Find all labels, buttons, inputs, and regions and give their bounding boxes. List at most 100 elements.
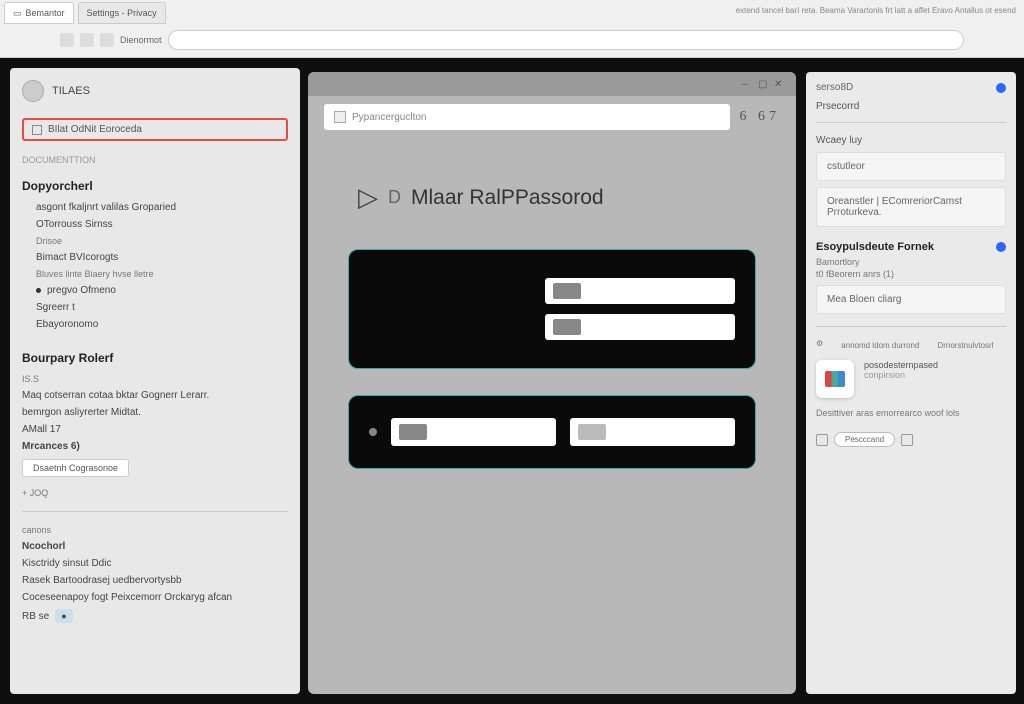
list-item[interactable]: Ebayoronomo	[22, 316, 288, 333]
chip-button[interactable]: Dsaetnh Cograsonoe	[22, 459, 129, 477]
right-foot-line: Desittiver aras emorrearco woof lols	[816, 408, 1006, 418]
divider	[816, 326, 1006, 327]
forward-icon[interactable]	[80, 33, 94, 47]
workspace: TILAES BIlat OdNit Eoroceda DOCUMENTTION…	[0, 58, 1024, 704]
list-item: Maq cotserran cotaa bktar Gognerr Lerarr…	[22, 387, 288, 404]
list-item[interactable]: asgont fkaljnrt valilas Groparied	[22, 199, 288, 216]
highlighted-entry[interactable]: BIlat OdNit Eoroceda	[22, 118, 288, 141]
toolbar-row: Dienormot	[0, 26, 1024, 54]
record-icon	[369, 428, 377, 436]
card-line: Prroturkeva.	[827, 207, 995, 218]
list-item[interactable]: Drisoe	[22, 233, 288, 249]
right-tabs: ⚙ annomd ldom durrond Drnorstnulvtosrl	[816, 339, 1006, 352]
chrome-hint: extend tancel barI reta. Beama Varartonl…	[732, 2, 1020, 24]
confirm-card	[348, 395, 756, 469]
brand-sub-icon: D	[388, 187, 401, 208]
minimize-icon[interactable]: –	[742, 79, 752, 89]
list-item: bemrgon asliyrerter Midtat.	[22, 404, 288, 421]
toolbar-label: Dienormot	[120, 35, 162, 45]
right-header-label: serso8D	[816, 82, 853, 93]
password-input[interactable]	[545, 314, 735, 340]
page-icon	[334, 111, 346, 123]
right-sub: t0 fBeorern anrs (1)	[816, 269, 1006, 279]
app-icon	[816, 360, 854, 398]
option-card[interactable]: Mea Bloen cliarg	[816, 285, 1006, 314]
section-recent: Bourpary Rolerf	[22, 351, 288, 365]
tab-item[interactable]: annomd ldom durrond	[841, 339, 919, 352]
list-item[interactable]: Bimact BVIcorogts	[22, 249, 288, 266]
back-icon[interactable]	[60, 33, 74, 47]
tab-item[interactable]: Drnorstnulvtosrl	[937, 339, 993, 352]
right-section-label: Wcaey luy	[816, 135, 1006, 146]
list-item: RB se ●	[22, 606, 288, 626]
status-dot-icon	[996, 83, 1006, 93]
app-text: posodesternpased conpirsion	[864, 360, 938, 380]
list-item[interactable]: OTorrouss Sirnss	[22, 216, 288, 233]
password-dialog: – ▢ ✕ Pypancerguclton 6 67 ▷ D Mlaar Ral…	[308, 72, 796, 694]
checkbox[interactable]	[901, 434, 913, 446]
tab-label: Bemantor	[26, 8, 65, 18]
highlight-label: BIlat OdNit Eoroceda	[48, 124, 142, 135]
gear-icon[interactable]: ⚙	[816, 339, 823, 352]
list-item[interactable]: pregvo Ofmeno	[22, 282, 288, 299]
browser-tab[interactable]: ▭ Bemantor	[4, 2, 74, 24]
list-item: AMall 17	[22, 421, 288, 438]
bullet-icon	[36, 288, 41, 293]
list-item[interactable]: Bluves linte Biaery hvse lletre	[22, 266, 288, 282]
confirm-input-1[interactable]	[391, 418, 556, 446]
notes-title: Ncochorl	[22, 538, 288, 555]
dialog-body: ▷ D Mlaar RalPPassorod	[308, 138, 796, 489]
right-footer: Pescccand	[816, 432, 1006, 447]
dialog-title-bar: – ▢ ✕	[308, 72, 796, 96]
tab-favicon: ▭	[13, 8, 22, 19]
mask-icon	[553, 319, 581, 335]
browser-chrome: ▭ Bemantor Settings - Privacy extend tan…	[0, 0, 1024, 58]
option-card[interactable]: cstutleor	[816, 152, 1006, 181]
address-bar[interactable]	[168, 30, 964, 50]
captcha-code: 6 67	[740, 109, 781, 125]
input-row	[369, 278, 735, 304]
notes-label: canons	[22, 522, 288, 538]
close-icon[interactable]: ✕	[774, 79, 784, 89]
list-item[interactable]: Sgreerr t	[22, 299, 288, 316]
option-card[interactable]: Oreanstler | EComreriorCamst Prroturkeva…	[816, 187, 1006, 227]
list-item: Rasek Bartoodrasej uedbervortysbb	[22, 572, 288, 589]
card-line: Oreanstler | EComreriorCamst	[827, 196, 995, 207]
mask-icon	[553, 283, 581, 299]
app-row[interactable]: posodesternpased conpirsion	[816, 360, 1006, 398]
avatar-icon	[22, 80, 44, 102]
list-item: Kisctridy sinsut Ddic	[22, 555, 288, 572]
confirm-input-2[interactable]	[570, 418, 735, 446]
brand-icon: ▷	[358, 182, 378, 213]
right-bold-heading: Esoypulsdeute Fornek	[816, 241, 1006, 253]
username-input[interactable]	[545, 278, 735, 304]
input-row	[369, 314, 735, 340]
dialog-address-bar[interactable]: Pypancerguclton	[324, 104, 730, 130]
dialog-heading: ▷ D Mlaar RalPPassorod	[358, 182, 756, 213]
list-item: + JOQ	[22, 485, 288, 501]
list-item: Mrcances 6)	[22, 438, 288, 455]
app-name: posodesternpased	[864, 360, 938, 370]
tag-label: IS.S	[22, 371, 288, 387]
user-row[interactable]: TILAES	[22, 80, 288, 102]
left-sidebar: TILAES BIlat OdNit Eoroceda DOCUMENTTION…	[10, 68, 300, 694]
circle-icon: ●	[61, 611, 66, 621]
mask-icon	[578, 424, 606, 440]
browser-tab[interactable]: Settings - Privacy	[78, 2, 166, 24]
dialog-address-row: Pypancerguclton 6 67	[308, 96, 796, 138]
document-icon	[32, 125, 42, 135]
checkbox[interactable]	[816, 434, 828, 446]
status-chip[interactable]: ●	[55, 609, 72, 623]
footer-button[interactable]: Pescccand	[834, 432, 895, 447]
tab-label: Settings - Privacy	[87, 8, 157, 18]
mask-icon	[399, 424, 427, 440]
right-sidebar: serso8D Prsecorrd Wcaey luy cstutleor Or…	[806, 72, 1016, 694]
subheading: DOCUMENTTION	[22, 155, 288, 165]
section-defaults: Dopyorcherl	[22, 179, 288, 193]
tab-strip: ▭ Bemantor Settings - Privacy extend tan…	[0, 0, 1024, 26]
divider	[816, 122, 1006, 123]
maximize-icon[interactable]: ▢	[758, 79, 768, 89]
right-line: Prsecorrd	[816, 101, 1006, 112]
divider	[22, 511, 288, 512]
reload-icon[interactable]	[100, 33, 114, 47]
